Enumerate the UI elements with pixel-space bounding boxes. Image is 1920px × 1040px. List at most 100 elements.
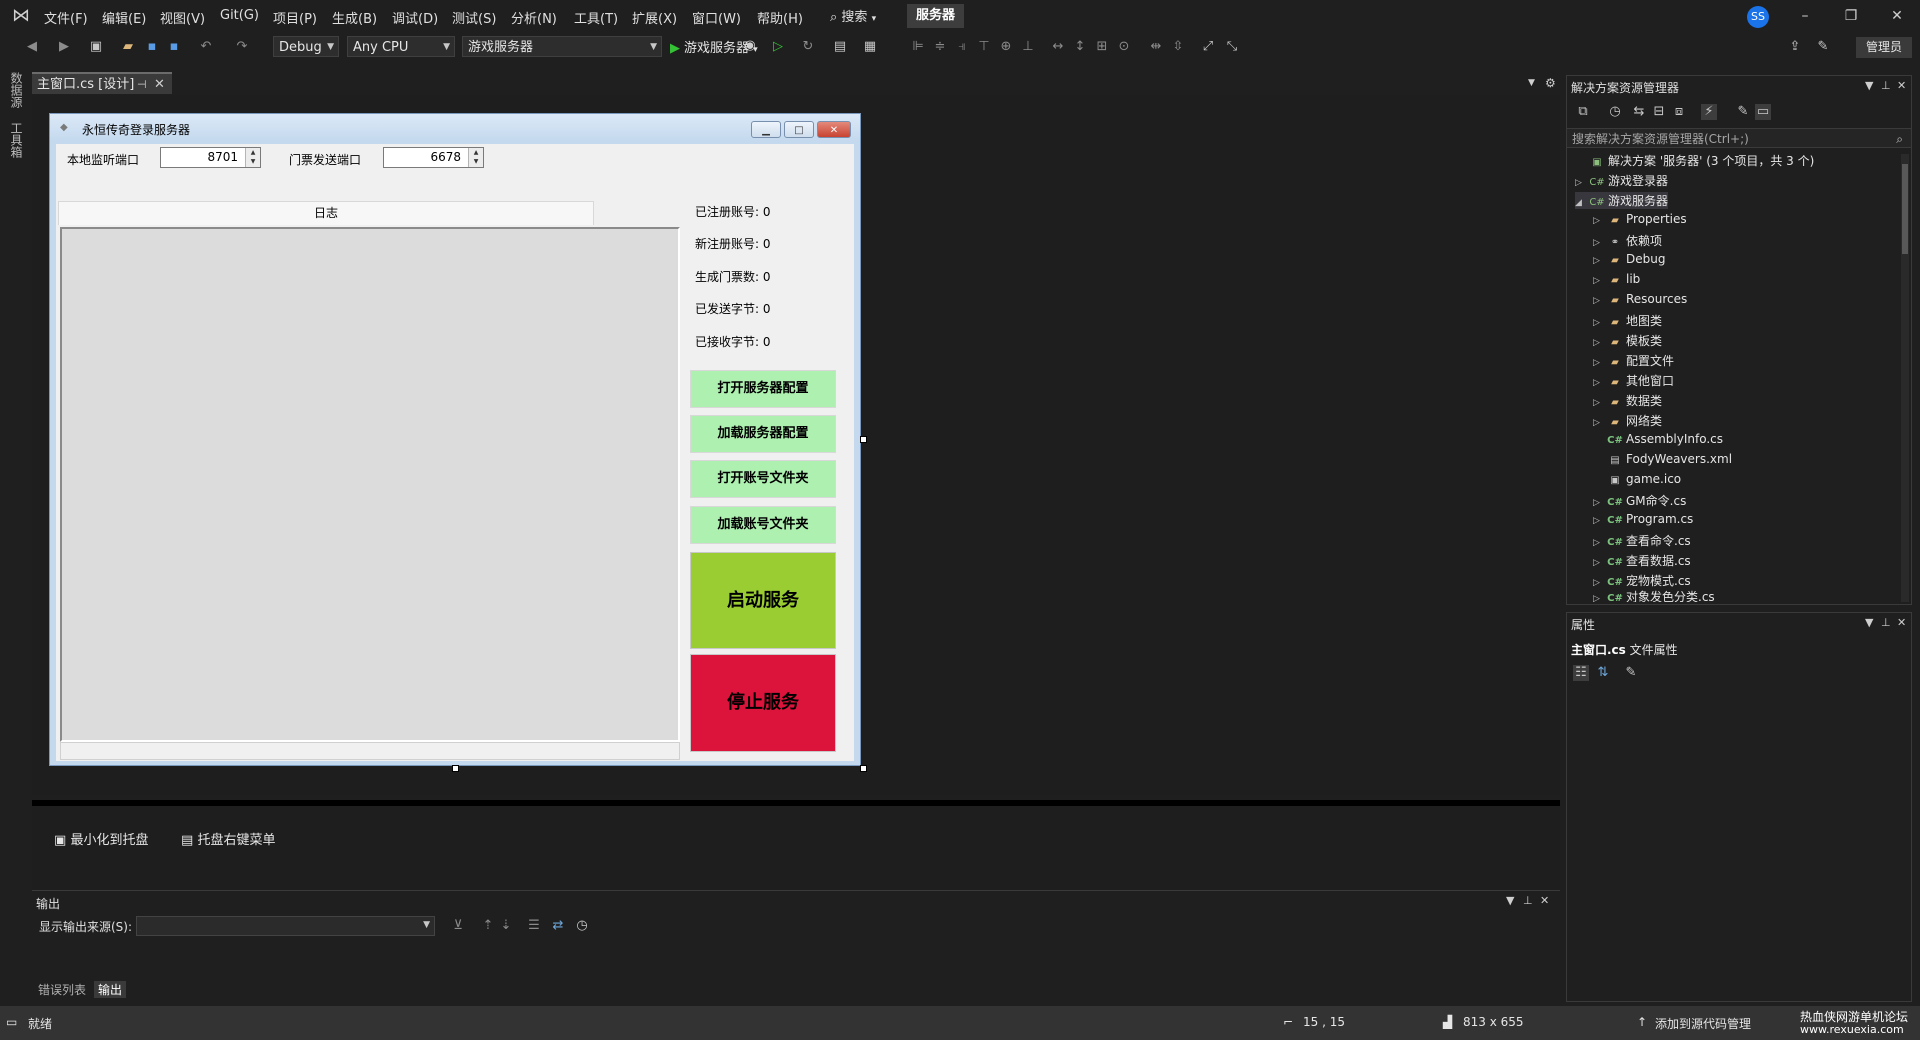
tree-item[interactable]: ▷ C# 对象发色分类.cs (1593, 588, 1715, 602)
spacing-icon[interactable]: ⇹ (1148, 39, 1164, 55)
close-tab-icon[interactable]: ✕ (154, 74, 165, 96)
start-without-debug-icon[interactable]: ▷ (770, 39, 786, 55)
solution-name-badge[interactable]: 服务器 (907, 4, 965, 28)
tree-project-launcher[interactable]: ▷ C# 游戏登录器 (1575, 172, 1668, 189)
resize-handle-corner[interactable] (860, 765, 867, 772)
ticket-port-input[interactable]: 6678 ▲ ▼ (383, 147, 484, 168)
tray-minimize-component[interactable]: ▣ 最小化到托盘 (54, 829, 148, 848)
browser-link-icon[interactable]: ▤ (832, 39, 848, 55)
ticket-port-stepper[interactable]: ▲ ▼ (468, 148, 483, 167)
layout-icon[interactable]: ▦ (862, 39, 878, 55)
menu-window[interactable]: 窗口(W) (692, 8, 741, 27)
hot-reload-icon[interactable]: ↻ (800, 39, 816, 55)
previous-message-icon[interactable]: ⇡ (480, 918, 496, 934)
align-rights-icon[interactable]: ⫣ (954, 39, 970, 55)
feedback-icon[interactable]: ✎ (1815, 39, 1831, 55)
tree-item[interactable]: ▷ C# 宠物模式.cs (1593, 572, 1691, 589)
align-bottoms-icon[interactable]: ⊥ (1020, 39, 1036, 55)
collapse-icon[interactable]: ◢ (1575, 198, 1589, 208)
form-maximize-icon[interactable]: □ (784, 121, 814, 138)
tree-solution-root[interactable]: ▣ 解决方案 '服务器' (3 个项目，共 3 个) (1575, 152, 1814, 169)
run-button[interactable]: ▶ 游戏服务器 ▾ (670, 37, 758, 56)
close-icon[interactable]: ✕ (1897, 79, 1906, 92)
collapse-all-icon[interactable]: ⊟ (1651, 104, 1667, 120)
make-same-height-icon[interactable]: ↕ (1072, 39, 1088, 55)
load-accounts-folder-button[interactable]: 加载账号文件夹 (690, 506, 836, 544)
tab-log[interactable]: 日志 (58, 201, 594, 225)
tree-item[interactable]: ▷ ▰ Resources (1593, 292, 1687, 306)
visual-studio-logo-icon[interactable]: ⋈ (10, 6, 32, 26)
document-tab[interactable]: 主窗口.cs [设计] ⊣ ✕ (32, 72, 172, 94)
preview-icon[interactable]: ▭ (1755, 104, 1771, 120)
tree-item[interactable]: ▷ C# 查看命令.cs (1593, 532, 1691, 549)
tree-item[interactable]: ▷ ▰ Properties (1593, 212, 1687, 226)
panel-dropdown-icon[interactable]: ▼ (1506, 894, 1514, 907)
menu-extensions[interactable]: 扩展(X) (632, 8, 677, 27)
property-pages-icon[interactable]: ✎ (1623, 665, 1639, 681)
properties-object-select[interactable]: 主窗口.cs 文件属性 (1571, 641, 1678, 658)
tree-item[interactable]: ▷ ⚭ 依赖项 (1593, 232, 1662, 249)
menu-git[interactable]: Git(G) (220, 8, 259, 23)
settings-gear-icon[interactable]: ⚙ (1545, 76, 1556, 90)
filter-icon[interactable]: ⚡ (1701, 104, 1717, 120)
align-tops-icon[interactable]: ⊤ (976, 39, 992, 55)
share-icon[interactable]: ⇪ (1787, 39, 1803, 55)
save-icon[interactable]: ▪ (144, 39, 160, 55)
tree-item[interactable]: ▷ ▰ Debug (1593, 252, 1665, 266)
send-to-back-icon[interactable]: ⤡ (1224, 39, 1240, 55)
size-to-grid-icon[interactable]: ⊞ (1094, 39, 1110, 55)
listen-port-input[interactable]: 8701 ▲ ▼ (160, 147, 261, 168)
tree-item[interactable]: ▷ ▰ 网络类 (1593, 412, 1662, 429)
tree-item[interactable]: ▷ ▰ 地图类 (1593, 312, 1662, 329)
tab-output[interactable]: 输出 (94, 981, 127, 998)
bring-to-front-icon[interactable]: ⤢ (1200, 39, 1216, 55)
tree-item[interactable]: ▣ game.ico (1593, 472, 1681, 486)
expand-icon[interactable]: ▷ (1575, 178, 1589, 188)
align-middles-icon[interactable]: ⊕ (998, 39, 1014, 55)
tree-item[interactable]: ▷ ▰ 配置文件 (1593, 352, 1674, 369)
tab-error-list[interactable]: 错误列表 (34, 981, 90, 998)
menu-test[interactable]: 测试(S) (452, 8, 496, 27)
start-service-button[interactable]: 启动服务 (690, 552, 836, 649)
output-source-select[interactable]: ▼ (136, 916, 435, 936)
pending-changes-icon[interactable]: ◷ (1607, 104, 1623, 120)
find-message-icon[interactable]: ⊻ (450, 918, 466, 934)
load-server-config-button[interactable]: 加载服务器配置 (690, 415, 836, 453)
word-wrap-icon[interactable]: ⇄ (550, 918, 566, 934)
minimize-icon[interactable]: – (1790, 6, 1820, 26)
tray-context-menu-component[interactable]: ▤ 托盘右键菜单 (181, 829, 275, 848)
next-message-icon[interactable]: ⇣ (498, 918, 514, 934)
tree-item[interactable]: ▷ ▰ 其他窗口 (1593, 372, 1674, 389)
stop-service-button[interactable]: 停止服务 (690, 654, 836, 752)
solution-explorer-scrollbar[interactable] (1901, 154, 1909, 602)
designer-form[interactable]: ◆ 永恒传奇登录服务器 ▁ □ ✕ 本地监听端口 8701 ▲ ▼ 门票发送端口 … (49, 113, 861, 766)
zoom-icon[interactable]: ⊙ (1116, 39, 1132, 55)
alphabetical-icon[interactable]: ⇅ (1595, 665, 1611, 681)
forward-icon[interactable]: ▶ (56, 39, 72, 55)
panel-dropdown-icon[interactable]: ▼ (1865, 79, 1873, 92)
tree-item[interactable]: ▷ C# GM命令.cs (1593, 492, 1686, 509)
pin-icon[interactable]: ⊥ (1881, 616, 1891, 629)
add-to-source-control-button[interactable]: 添加到源代码管理 (1655, 1015, 1751, 1032)
platform-select[interactable]: Any CPU ▼ (347, 36, 455, 57)
data-sources-tab[interactable]: 数据源 (8, 72, 25, 108)
listen-port-stepper[interactable]: ▲ ▼ (245, 148, 260, 167)
search-button[interactable]: ⌕ 搜索 ▾ (830, 6, 876, 26)
menu-view[interactable]: 视图(V) (160, 8, 205, 27)
close-icon[interactable]: ✕ (1882, 6, 1912, 26)
tree-item[interactable]: ▷ ▰ 模板类 (1593, 332, 1662, 349)
properties-wrench-icon[interactable]: ✎ (1735, 104, 1751, 120)
back-icon[interactable]: ◀ (24, 39, 40, 55)
log-textbox[interactable] (60, 227, 680, 742)
align-centers-icon[interactable]: ≑ (932, 39, 948, 55)
toolbox-tab[interactable]: 工具箱 (8, 122, 25, 158)
admin-badge[interactable]: 管理员 (1856, 37, 1912, 58)
show-all-files-icon[interactable]: ⧈ (1671, 104, 1687, 120)
menu-debug[interactable]: 调试(D) (392, 8, 438, 27)
form-close-icon[interactable]: ✕ (817, 121, 851, 138)
form-minimize-icon[interactable]: ▁ (751, 121, 781, 138)
menu-tools[interactable]: 工具(T) (574, 8, 618, 27)
sync-icon[interactable]: ⇆ (1631, 104, 1647, 120)
categorized-icon[interactable]: ☷ (1573, 665, 1589, 681)
tree-item[interactable]: ▷ ▰ lib (1593, 272, 1640, 286)
